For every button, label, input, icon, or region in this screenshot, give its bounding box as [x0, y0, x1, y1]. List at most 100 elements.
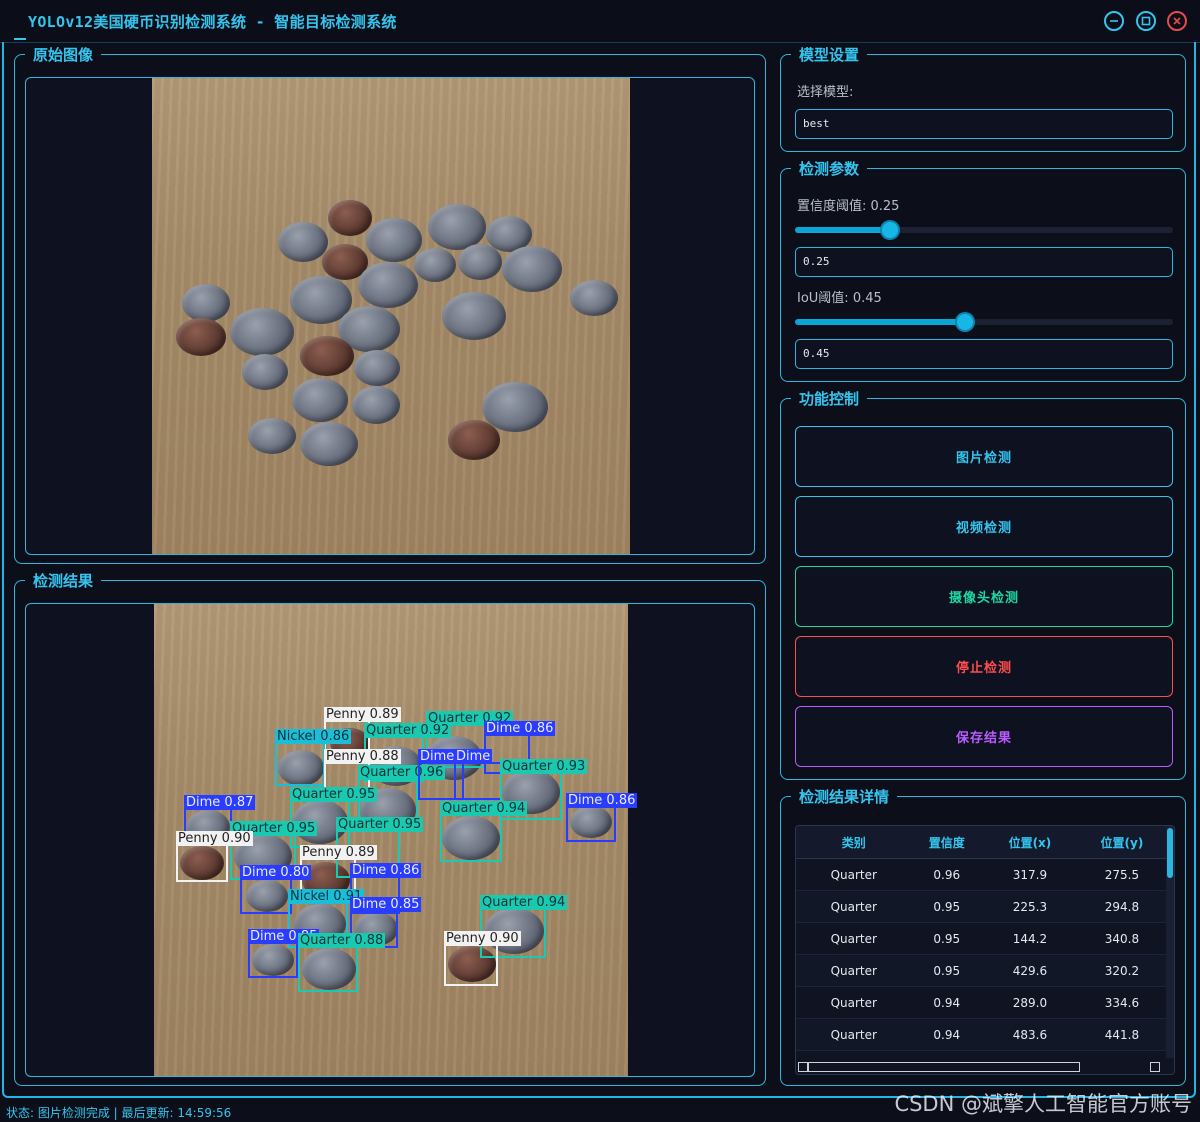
detection-label: Quarter 0.94 [480, 895, 568, 910]
table-cell: 0.94 [911, 1018, 983, 1051]
model-select-label: 选择模型: [797, 85, 854, 100]
confidence-slider[interactable] [795, 222, 1173, 238]
iou-slider-thumb[interactable] [957, 314, 974, 330]
table-row[interactable]: Quarter 0.95 225.3 294.8 [796, 890, 1166, 923]
camera-detect-button[interactable]: 摄像头检测 [795, 566, 1173, 627]
iou-input[interactable]: 0.45 [795, 339, 1173, 369]
table-cell: 429.6 [982, 954, 1078, 987]
results-table[interactable]: 类别 置信度 位置(x) 位置(y) Quarter 0.96 317.9 275.5… [795, 825, 1175, 1075]
coin [358, 262, 418, 308]
annotated-coin-photo: Penny 0.89 Quarter 0.92 Nickel 0.86 Quarter… [154, 604, 638, 1076]
table-row[interactable]: Quarter 0.94 483.6 441.8 [796, 1018, 1166, 1051]
coin [354, 350, 400, 386]
iou-slider[interactable] [795, 314, 1173, 330]
coin [502, 246, 562, 292]
detection-box: Dime 0.80 [240, 865, 312, 914]
table-cell: 320.2 [1077, 954, 1166, 987]
table-cell: Quarter [796, 1018, 912, 1051]
column-header[interactable]: 置信度 [911, 826, 983, 859]
table-row[interactable]: Quarter 0.94 289.0 334.6 [796, 986, 1166, 1019]
iou-label: IoU阈值: 0.45 [797, 291, 882, 306]
iou-slider-fill [795, 319, 966, 325]
original-image-title: 原始图像 [25, 45, 102, 65]
table-cell: 334.6 [1077, 986, 1166, 1019]
confidence-label: 置信度阈值: 0.25 [797, 199, 900, 214]
table-cell: Quarter [796, 858, 912, 891]
detection-label: Dime 0.80 [240, 865, 312, 880]
detection-label: Quarter 0.88 [298, 933, 386, 948]
coin [176, 318, 226, 356]
table-cell: 144.2 [982, 922, 1078, 955]
table-header-row: 类别 置信度 位置(x) 位置(y) [796, 826, 1166, 859]
stop-detect-button[interactable]: 停止检测 [795, 636, 1173, 697]
close-button[interactable] [1167, 11, 1187, 31]
table-row[interactable]: Quarter 0.95 429.6 320.2 [796, 954, 1166, 987]
table-cell: 289.0 [982, 986, 1078, 1019]
image-detect-button[interactable]: 图片检测 [795, 426, 1173, 487]
scroll-left-button[interactable] [798, 1062, 808, 1072]
detection-label: Dime [418, 749, 457, 764]
coin [442, 292, 506, 340]
detection-label: Nickel 0.86 [275, 729, 352, 744]
coin [414, 248, 456, 282]
column-header[interactable]: 位置(x) [982, 826, 1078, 859]
detection-label: Penny 0.88 [324, 749, 401, 764]
detection-result-title: 检测结果 [25, 571, 102, 591]
detection-params-title: 检测参数 [791, 159, 868, 179]
table-cell: 0.95 [911, 954, 983, 987]
detection-label: Quarter 0.94 [440, 801, 528, 816]
detection-label: Dime 0.86 [484, 721, 556, 736]
coin [458, 244, 502, 280]
detection-label: Dime 0.86 [566, 793, 638, 808]
model-select[interactable]: best [795, 109, 1173, 139]
title-accent [14, 38, 26, 40]
detection-box: Dime 0.85 [248, 929, 320, 978]
detection-label: Dime 0.86 [350, 863, 422, 878]
coin [352, 386, 400, 424]
coin [366, 218, 422, 262]
detection-label: Penny 0.89 [324, 707, 401, 722]
results-detail-panel: 检测结果详情 类别 置信度 位置(x) 位置(y) Quarter 0.96 317… [780, 787, 1186, 1086]
table-cell: 0.94 [911, 986, 983, 1019]
vertical-scrollbar-thumb[interactable] [1167, 828, 1173, 878]
status-bar: 状态: 图片检测完成 | 最后更新: 14:59:56 [6, 1106, 232, 1120]
table-row[interactable]: Quarter 0.95 144.2 340.8 [796, 922, 1166, 955]
horizontal-scrollbar[interactable] [796, 1060, 1166, 1074]
detection-label: Quarter 0.93 [500, 759, 588, 774]
results-detail-title: 检测结果详情 [791, 787, 898, 807]
function-control-title: 功能控制 [791, 389, 868, 409]
horizontal-scrollbar-thumb[interactable] [808, 1062, 1080, 1072]
detection-label: Dime [454, 749, 493, 764]
detection-label: Quarter 0.92 [364, 723, 452, 738]
column-header[interactable]: 类别 [796, 826, 912, 859]
table-cell: 294.8 [1077, 890, 1166, 923]
table-cell: 441.8 [1077, 1018, 1166, 1051]
confidence-input[interactable]: 0.25 [795, 247, 1173, 277]
table-cell: 340.8 [1077, 922, 1166, 955]
confidence-slider-thumb[interactable] [881, 222, 898, 238]
coin [278, 222, 328, 262]
coin [292, 378, 348, 422]
maximize-button[interactable] [1136, 11, 1156, 31]
save-result-button[interactable]: 保存结果 [795, 706, 1173, 767]
detection-params-panel: 检测参数 置信度阈值: 0.25 0.25 IoU阈值: 0.45 0.45 [780, 159, 1186, 382]
table-cell: 0.95 [911, 890, 983, 923]
original-image-view [25, 77, 755, 555]
close-icon [1173, 17, 1181, 25]
detection-box: Dime [454, 749, 502, 800]
table-row[interactable]: Quarter 0.96 317.9 275.5 [796, 858, 1166, 891]
minimize-button[interactable] [1104, 11, 1124, 31]
vertical-scrollbar[interactable] [1166, 826, 1174, 1058]
video-detect-button[interactable]: 视频检测 [795, 496, 1173, 557]
detection-label: Dime 0.87 [184, 795, 256, 810]
detection-box: Quarter 0.88 [298, 933, 386, 992]
detection-box: Penny 0.90 [444, 931, 521, 986]
scroll-right-button[interactable] [1150, 1062, 1160, 1072]
detection-label: Penny 0.90 [176, 831, 253, 846]
column-header[interactable]: 位置(y) [1077, 826, 1166, 859]
detection-box: Quarter 0.94 [440, 801, 528, 862]
maximize-icon [1141, 16, 1151, 26]
detection-label: Penny 0.89 [300, 845, 377, 860]
coin [242, 354, 288, 390]
coin [328, 200, 372, 236]
